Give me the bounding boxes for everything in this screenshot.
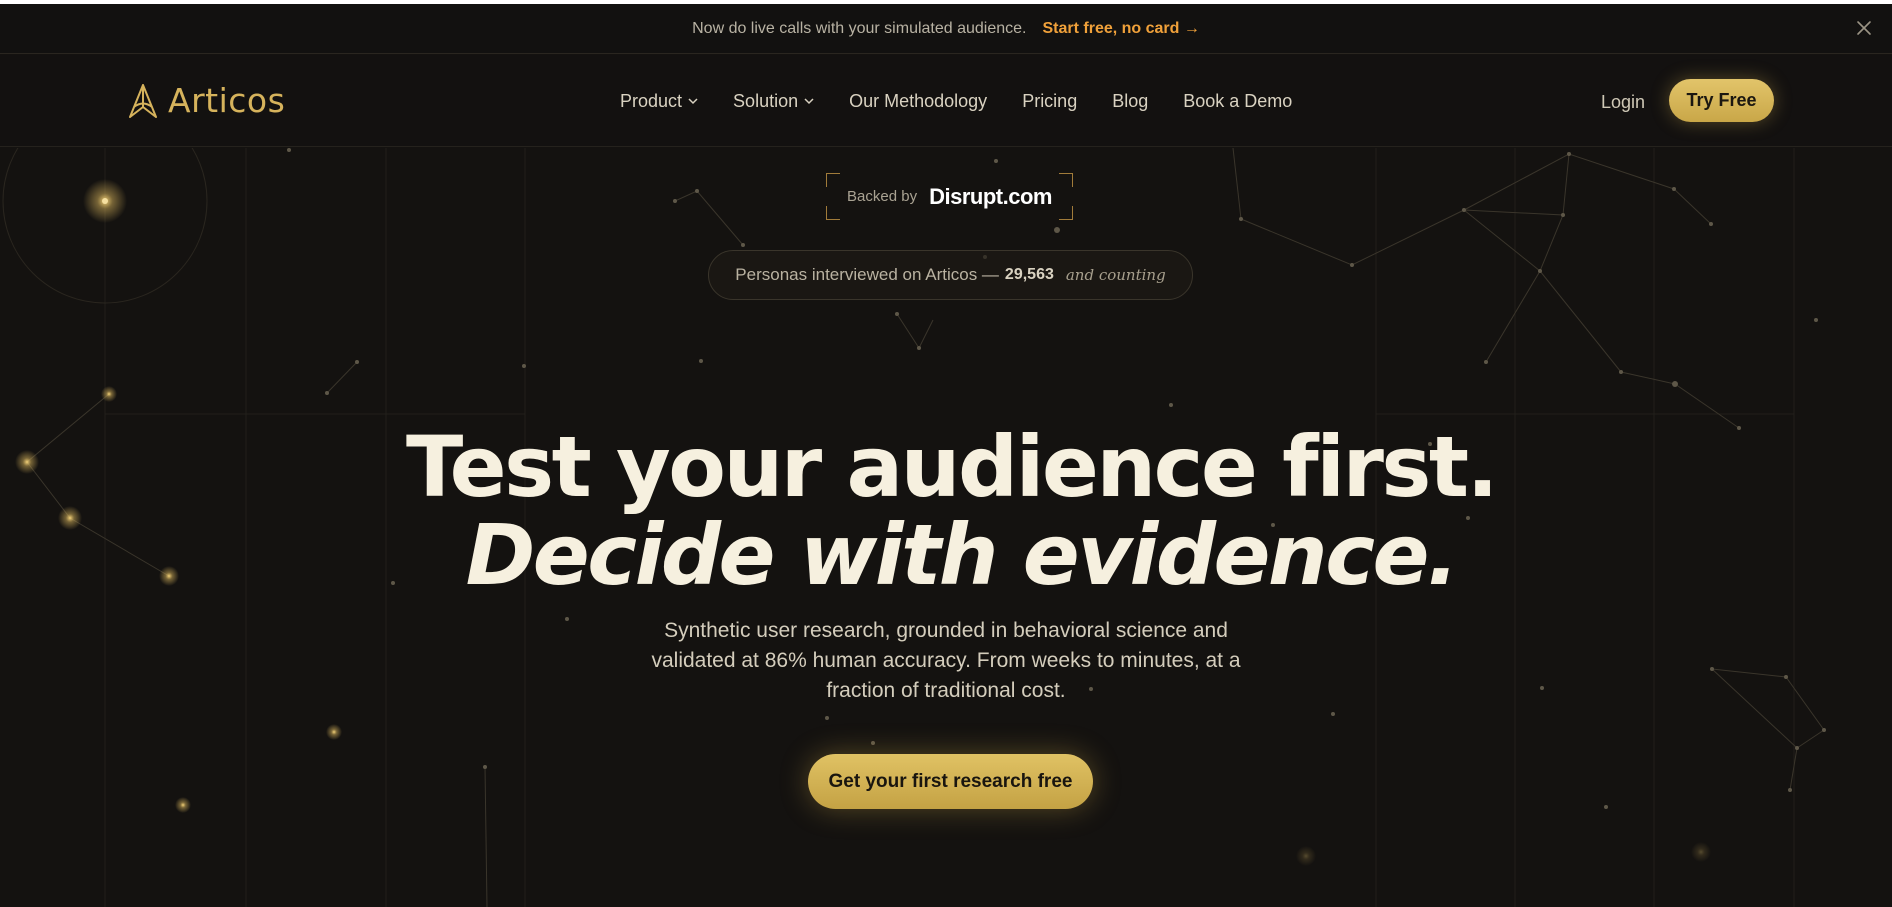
main-nav: Articos Product Solution Our Methodology… xyxy=(0,55,1892,147)
nav-item-book-demo[interactable]: Book a Demo xyxy=(1183,91,1292,112)
nav-item-label: Pricing xyxy=(1022,90,1078,111)
backer-brand-logo: Disrupt.com xyxy=(929,183,1052,209)
backed-by-badge[interactable]: Backed by Disrupt.com xyxy=(826,173,1073,220)
nav-item-label: Solution xyxy=(733,90,799,111)
nav-item-label: Our Methodology xyxy=(849,90,988,111)
hero-headline: Test your audience first. Decide with ev… xyxy=(0,423,1892,599)
login-link[interactable]: Login xyxy=(1601,92,1645,113)
headline-line-2: Decide with evidence. xyxy=(465,506,1459,604)
nav-item-methodology[interactable]: Our Methodology xyxy=(849,91,987,112)
announcement-bar: Now do live calls with your simulated au… xyxy=(0,4,1892,54)
nav-item-label: Book a Demo xyxy=(1183,90,1293,111)
counter-value: 29,563 xyxy=(1004,266,1054,283)
logo[interactable]: Articos xyxy=(126,81,285,120)
hero-subtitle: Synthetic user research, grounded in beh… xyxy=(651,619,1241,702)
nav-item-label: Product xyxy=(620,90,683,111)
bracket-corner xyxy=(1059,173,1073,187)
hero-section: Backed by Disrupt.com Personas interview… xyxy=(0,148,1892,907)
announcement-message: Now do live calls with your simulated au… xyxy=(692,19,1027,37)
announcement-cta-link[interactable]: Start free, no card → xyxy=(1043,20,1200,38)
bracket-corner xyxy=(826,206,840,220)
articos-logo-icon xyxy=(129,83,157,118)
bracket-corner xyxy=(826,173,840,187)
headline-line-1: Test your audience first. xyxy=(406,418,1498,516)
backed-by-label: Backed by xyxy=(847,188,918,205)
nav-menu: Product Solution Our Methodology Pricing… xyxy=(620,55,1327,147)
try-free-button[interactable]: Try Free xyxy=(1669,79,1774,122)
persona-counter-pill: Personas interviewed on Articos — 29,563… xyxy=(708,250,1193,300)
nav-item-blog[interactable]: Blog xyxy=(1112,91,1148,112)
get-first-research-button[interactable]: Get your first research free xyxy=(808,754,1093,809)
counter-tail: and counting xyxy=(1065,266,1166,284)
chevron-down-icon xyxy=(688,98,698,105)
chevron-down-icon xyxy=(804,98,814,105)
nav-item-product[interactable]: Product xyxy=(620,91,698,112)
nav-item-pricing[interactable]: Pricing xyxy=(1022,91,1077,112)
nav-item-label: Blog xyxy=(1112,90,1149,111)
bracket-corner xyxy=(1059,206,1073,220)
nav-item-solution[interactable]: Solution xyxy=(733,91,814,112)
counter-text: Personas interviewed on Articos — xyxy=(735,265,999,284)
logo-text: Articos xyxy=(168,81,286,120)
close-icon[interactable] xyxy=(1854,18,1874,38)
